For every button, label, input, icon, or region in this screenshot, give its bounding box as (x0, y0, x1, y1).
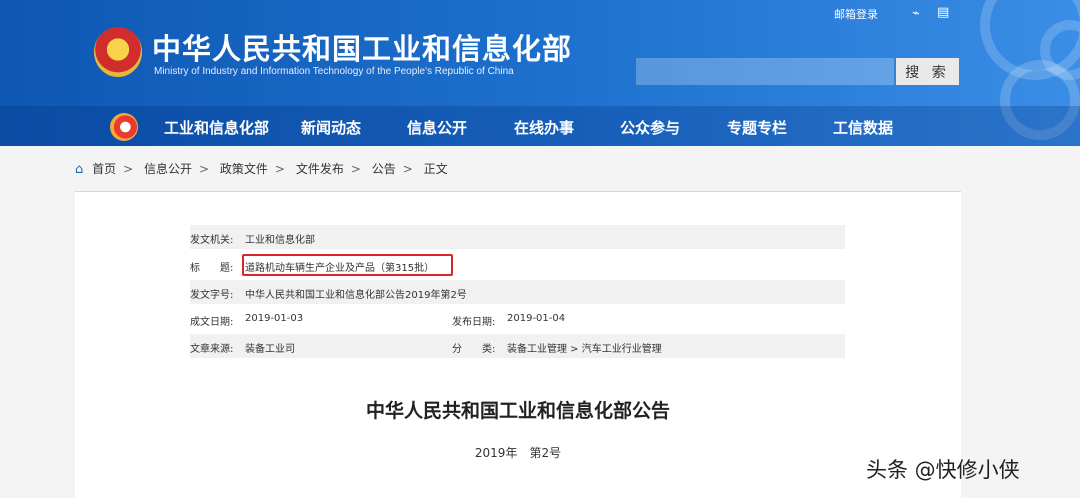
breadcrumb-item[interactable]: 公告 (372, 162, 396, 176)
meta-label: 发文字号: (190, 290, 234, 301)
document-panel: 发文机关: 工业和信息化部 标 题: 道路机动车辆生产企业及产品（第315批） … (75, 192, 961, 498)
meta-value: 装备工业管理 > 汽车工业行业管理 (507, 344, 662, 355)
breadcrumb-item[interactable]: 信息公开 (144, 162, 192, 176)
meta-row-source: 文章来源: 装备工业司 分 类: 装备工业管理 > 汽车工业行业管理 (190, 334, 845, 358)
meta-row-issuer: 发文机关: 工业和信息化部 (190, 225, 845, 249)
meta-value: 2019-01-04 (507, 313, 566, 324)
site-title: 中华人民共和国工业和信息化部 (152, 32, 573, 66)
mail-login-link[interactable]: 邮箱登录 (834, 6, 878, 22)
document-heading: 中华人民共和国工业和信息化部公告 (365, 400, 670, 422)
breadcrumb-item[interactable]: 文件发布 (296, 162, 344, 176)
document-number: 2019年 第2号 (474, 446, 562, 460)
nav-item-info[interactable]: 信息公开 (407, 117, 467, 138)
highlight-box (242, 254, 453, 276)
breadcrumb-item: 正文 (423, 162, 448, 176)
breadcrumb: ⌂ 首页 > 信息公开 > 政策文件 > 文件发布 > 公告 > 正文 (75, 162, 448, 177)
nav-item-online[interactable]: 在线办事 (514, 117, 574, 138)
search-input[interactable] (636, 58, 894, 85)
breadcrumb-item[interactable]: 首页 (92, 162, 116, 176)
nav-item-topics[interactable]: 专题专栏 (727, 117, 787, 138)
breadcrumb-item[interactable]: 政策文件 (220, 162, 268, 176)
watermark: 头条 @快修小侠 (866, 458, 1020, 482)
meta-value: 中华人民共和国工业和信息化部公告2019年第2号 (245, 290, 467, 301)
national-emblem-icon (94, 27, 142, 77)
document-icon[interactable]: ▤ (937, 5, 953, 21)
meta-value: 2019-01-03 (245, 313, 304, 324)
meta-row-dates: 成文日期: 2019-01-03 发布日期: 2019-01-04 (190, 307, 845, 331)
meta-label: 发文机关: (190, 235, 234, 246)
meta-label: 标 题: (190, 263, 234, 274)
meta-row-doc-no: 发文字号: 中华人民共和国工业和信息化部公告2019年第2号 (190, 280, 845, 304)
main-nav: 工业和信息化部 新闻动态 信息公开 在线办事 公众参与 专题专栏 工信数据 (0, 106, 1080, 146)
ministry-logo-icon (110, 113, 138, 141)
search-button[interactable]: 搜 索 (896, 58, 959, 85)
nav-item-news[interactable]: 新闻动态 (301, 117, 361, 138)
nav-item-ministry[interactable]: 工业和信息化部 (164, 117, 269, 138)
meta-label: 发布日期: (452, 317, 496, 328)
site-header: 中华人民共和国工业和信息化部 Ministry of Industry and … (0, 0, 1080, 146)
site-subtitle: Ministry of Industry and Information Tec… (154, 66, 514, 77)
meta-label: 分 类: (452, 344, 496, 355)
nav-item-public[interactable]: 公众参与 (620, 117, 680, 138)
meta-label: 成文日期: (190, 317, 234, 328)
rss-icon[interactable]: ⌁ (912, 6, 926, 21)
meta-value: 工业和信息化部 (245, 235, 315, 246)
home-icon[interactable]: ⌂ (75, 162, 83, 177)
nav-item-data[interactable]: 工信数据 (833, 117, 893, 138)
meta-label: 文章来源: (190, 344, 234, 355)
meta-value: 装备工业司 (245, 344, 295, 355)
